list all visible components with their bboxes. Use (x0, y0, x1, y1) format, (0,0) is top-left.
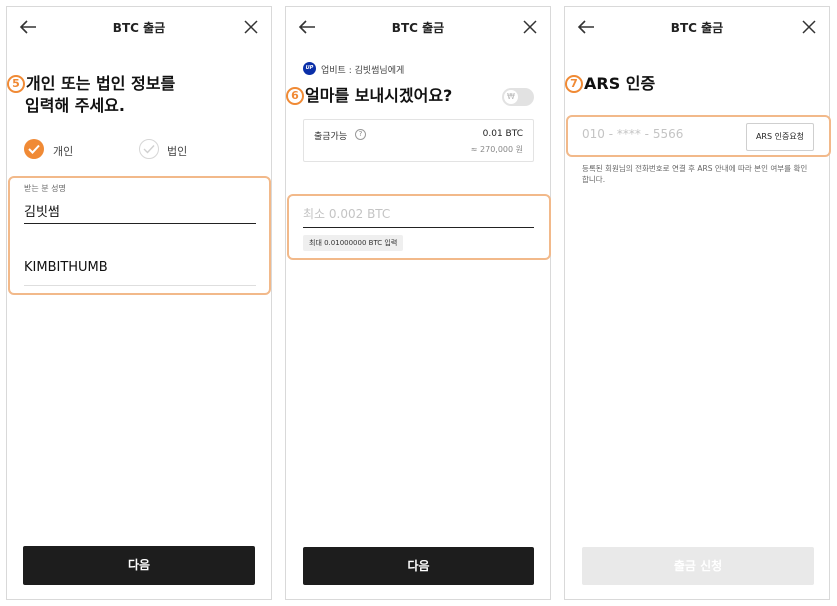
input-underline (303, 227, 534, 228)
screen-ars-verification: BTC 출금 7 ARS 인증 010 - **** - 5566 ARS 인증요… (564, 6, 831, 600)
next-button[interactable]: 다음 (23, 546, 255, 585)
heading-line-1: 개인 또는 법인 정보를 (26, 74, 176, 93)
english-name-input[interactable]: KIMBITHUMB (24, 260, 108, 275)
available-btc: 0.01 BTC (482, 129, 523, 139)
page-title: BTC 출금 (391, 21, 445, 35)
name-field-label: 받는 분 성명 (24, 184, 66, 193)
check-icon (143, 145, 155, 154)
page-title: BTC 출금 (670, 21, 724, 35)
ars-notice: 등록된 회원님의 전화번호로 연결 후 ARS 안내에 따라 본인 여부를 확인… (582, 164, 808, 184)
korean-name-input[interactable]: 김빗썸 (24, 201, 60, 220)
currency-toggle[interactable]: ₩ (502, 88, 534, 106)
top-bar: BTC 출금 (286, 7, 550, 47)
max-amount-chip[interactable]: 최대 0.01000000 BTC 입력 (303, 235, 404, 251)
section-heading: 7 ARS 인증 (565, 73, 655, 95)
step-number-badge: 6 (286, 87, 304, 105)
withdraw-request-button[interactable]: 출금 신청 (582, 547, 814, 585)
top-bar: BTC 출금 (7, 7, 271, 47)
top-bar: BTC 출금 (565, 7, 829, 47)
step-number-badge: 5 (7, 75, 25, 93)
check-icon (28, 144, 40, 154)
close-icon[interactable] (801, 19, 817, 35)
heading-line-2: 입력해 주세요. (25, 96, 125, 115)
page-title: BTC 출금 (112, 21, 166, 35)
next-button[interactable]: 다음 (303, 547, 534, 585)
heading-text: ARS 인증 (584, 74, 656, 93)
section-heading: 6 얼마를 보내시겠어요? (286, 85, 452, 107)
corporate-radio[interactable] (139, 139, 159, 159)
close-icon[interactable] (522, 19, 538, 35)
available-label: 출금가능 (314, 132, 348, 142)
available-balance-card: 출금가능 ? 0.01 BTC ≈ 270,000 원 (303, 119, 534, 162)
available-krw: ≈ 270,000 원 (470, 145, 523, 154)
input-underline (24, 285, 256, 286)
personal-label[interactable]: 개인 (53, 143, 73, 159)
ars-request-button[interactable]: ARS 인증요청 (746, 123, 814, 151)
screen-recipient-info: BTC 출금 5 개인 또는 법인 정보를 입력해 주세요. 개인 법인 받는 분… (6, 6, 272, 600)
heading-text: 얼마를 보내시겠어요? (305, 86, 453, 105)
recipient-text: 업비트 : 김빗썸님에게 (321, 66, 405, 76)
won-icon: ₩ (504, 90, 518, 104)
close-icon[interactable] (243, 19, 259, 35)
section-heading: 5 개인 또는 법인 정보를 입력해 주세요. (7, 73, 175, 117)
help-icon[interactable]: ? (355, 129, 366, 140)
screen-withdraw-amount: BTC 출금 UP 업비트 : 김빗썸님에게 6 얼마를 보내시겠어요? ₩ 출금… (285, 6, 551, 600)
input-underline (24, 223, 256, 224)
personal-radio[interactable] (24, 139, 44, 159)
upbit-logo-icon: UP (303, 62, 316, 75)
amount-input[interactable]: 최소 0.002 BTC (303, 205, 390, 222)
step-number-badge: 7 (565, 75, 583, 93)
phone-input[interactable]: 010 - **** - 5566 (582, 127, 683, 141)
corporate-label[interactable]: 법인 (167, 143, 187, 159)
